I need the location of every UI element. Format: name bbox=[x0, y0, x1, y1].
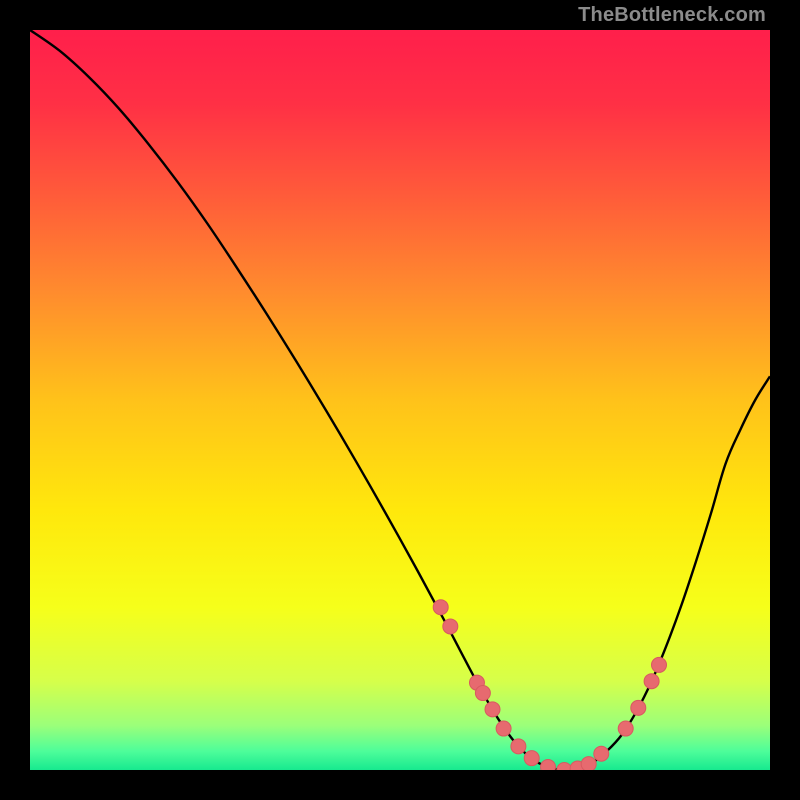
curve-layer bbox=[30, 30, 770, 770]
highlight-dot bbox=[475, 686, 490, 701]
highlight-dot bbox=[581, 757, 596, 770]
highlight-dot bbox=[485, 702, 500, 717]
highlight-dot bbox=[443, 619, 458, 634]
highlight-dot bbox=[631, 700, 646, 715]
highlight-dot bbox=[541, 760, 556, 770]
highlight-dot bbox=[511, 739, 526, 754]
plot-area bbox=[30, 30, 770, 770]
highlight-dot bbox=[433, 600, 448, 615]
watermark-text: TheBottleneck.com bbox=[578, 4, 766, 27]
highlight-dot bbox=[524, 751, 539, 766]
highlight-dot bbox=[496, 721, 511, 736]
highlight-dot bbox=[594, 746, 609, 761]
highlight-dot bbox=[557, 763, 572, 771]
highlight-dot bbox=[644, 674, 659, 689]
highlight-dot bbox=[652, 657, 667, 672]
highlight-dots-group bbox=[433, 600, 666, 770]
highlight-dot bbox=[618, 721, 633, 736]
chart-frame bbox=[30, 30, 770, 770]
